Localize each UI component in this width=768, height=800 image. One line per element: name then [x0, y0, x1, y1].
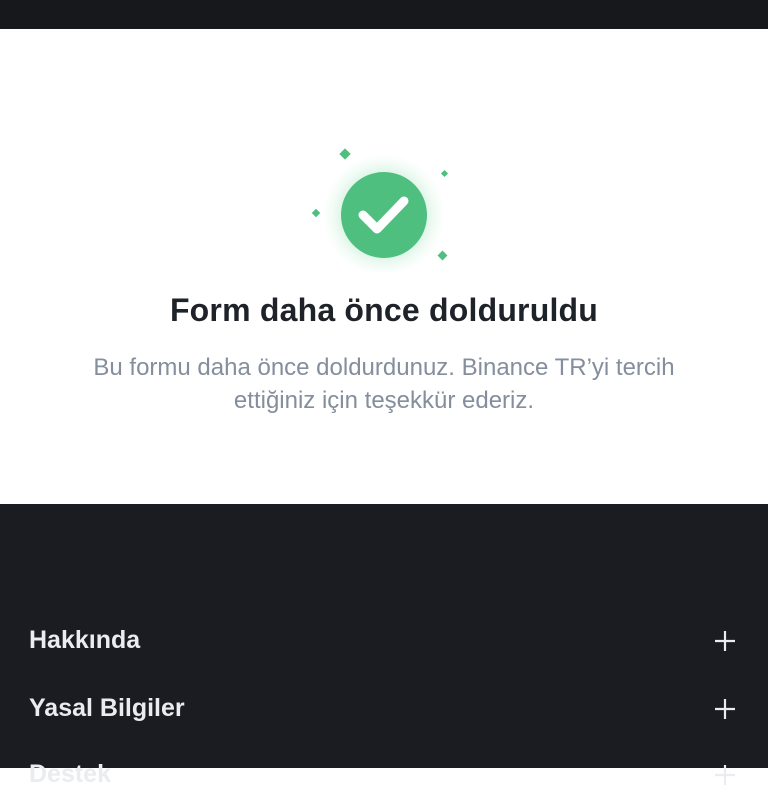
top-bar — [0, 0, 768, 29]
footer-item-hakkinda[interactable]: Hakkında — [0, 618, 768, 666]
footer: Hakkında Yasal Bilgiler Destek — [0, 504, 768, 788]
page-title: Form daha önce dolduruldu — [169, 292, 599, 328]
plus-icon[interactable] — [712, 696, 738, 722]
footer-item-label: Hakkında — [29, 626, 141, 654]
plus-icon[interactable] — [712, 628, 738, 654]
footer-item-label: Destek — [29, 760, 111, 788]
main-content — [0, 29, 768, 504]
check-circle-icon — [311, 148, 449, 272]
plus-icon[interactable] — [712, 762, 738, 788]
page-subtitle: Bu formu daha önce doldurdunuz. Binance … — [93, 354, 675, 414]
footer-item-destek[interactable]: Destek — [0, 752, 768, 800]
footer-item-label: Yasal Bilgiler — [29, 694, 185, 722]
footer-item-yasal-bilgiler[interactable]: Yasal Bilgiler — [0, 686, 768, 734]
